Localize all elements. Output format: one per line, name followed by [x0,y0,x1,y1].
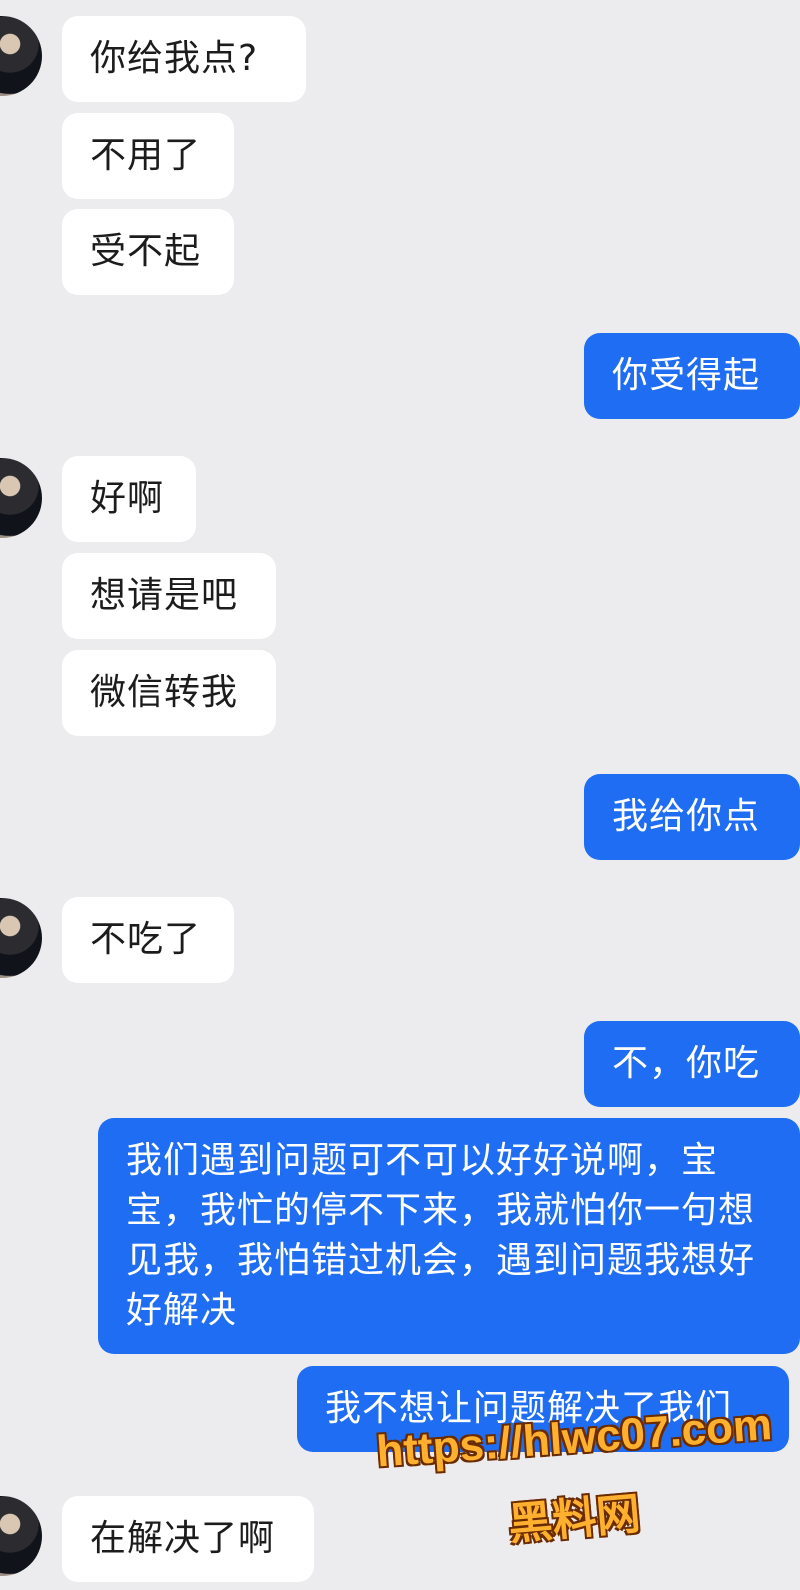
incoming-message[interactable]: 好啊 [62,456,196,542]
incoming-message[interactable]: 想请是吧 [62,553,276,639]
incoming-message[interactable]: 在解决了啊 [62,1496,314,1582]
outgoing-message[interactable]: 不，你吃 [584,1021,800,1107]
incoming-message[interactable]: 不用了 [62,113,234,199]
incoming-message[interactable]: 不吃了 [62,897,234,983]
contact-avatar[interactable] [0,16,42,96]
contact-avatar[interactable] [0,898,42,978]
contact-avatar[interactable] [0,458,42,538]
contact-avatar[interactable] [0,1496,42,1576]
outgoing-message[interactable]: 你受得起 [584,333,800,419]
outgoing-message[interactable]: 我给你点 [584,774,800,860]
incoming-message[interactable]: 你给我点? [62,16,306,102]
watermark-label: 黑料网 [506,1489,643,1550]
incoming-message[interactable]: 受不起 [62,209,234,295]
outgoing-message[interactable]: 我们遇到问题可不可以好好说啊，宝宝，我忙的停不下来，我就怕你一句想见我，我怕错过… [98,1118,800,1354]
incoming-message[interactable]: 微信转我 [62,650,276,736]
